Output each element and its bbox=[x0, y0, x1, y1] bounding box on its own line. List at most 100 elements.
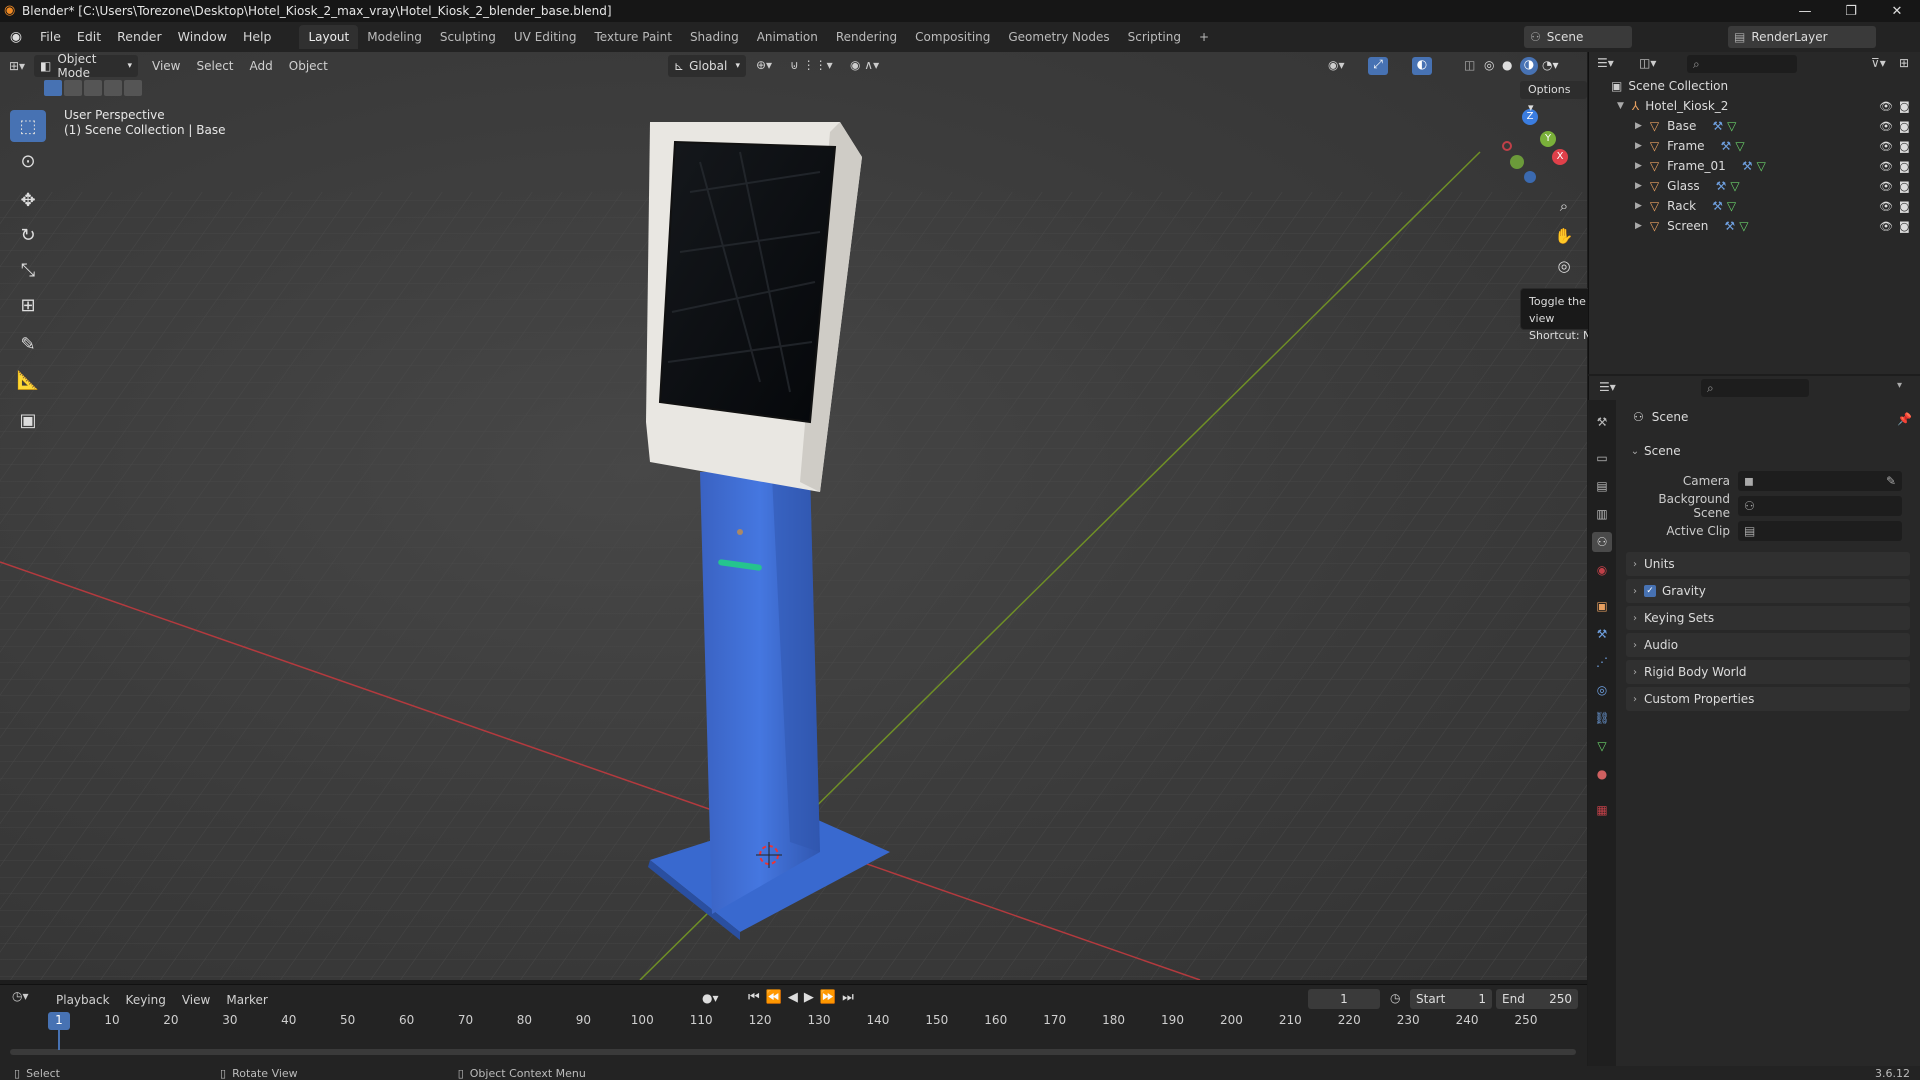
chevron-right-icon[interactable]: ▶ bbox=[1635, 121, 1642, 131]
tab-shading[interactable]: Shading bbox=[681, 25, 748, 49]
gizmo-neg-y[interactable] bbox=[1510, 155, 1524, 169]
eyedropper-icon[interactable]: ✎ bbox=[1886, 474, 1896, 488]
measure-tool-icon[interactable]: 📐 bbox=[10, 364, 46, 396]
camera-icon[interactable]: ◙ bbox=[1899, 160, 1910, 173]
select-invert-icon[interactable] bbox=[104, 80, 122, 96]
timeline-editor-icon[interactable]: ◷▾ bbox=[12, 989, 29, 1003]
menu-help[interactable]: Help bbox=[235, 22, 280, 52]
texture-tab-icon[interactable]: ▦ bbox=[1592, 800, 1612, 820]
start-frame-field[interactable]: Start 1 bbox=[1410, 989, 1492, 1009]
overlay-toggle-icon[interactable]: ◐ bbox=[1412, 57, 1432, 75]
timeline-menu-playback[interactable]: Playback bbox=[48, 988, 118, 1012]
select-extend-icon[interactable] bbox=[64, 80, 82, 96]
cursor-tool-icon[interactable]: ⊙ bbox=[10, 145, 46, 177]
tab-geometry-nodes[interactable]: Geometry Nodes bbox=[999, 25, 1118, 49]
gravity-panel[interactable]: › ✓ Gravity bbox=[1626, 579, 1910, 603]
chevron-right-icon[interactable]: ▶ bbox=[1635, 201, 1642, 211]
mode-dropdown[interactable]: ◧ Object Mode ▾ bbox=[34, 52, 138, 80]
outliner-row-glass[interactable]: ▶ ▽ Glass ⚒ ▽ 👁 ◙ bbox=[1589, 176, 1920, 196]
camera-icon[interactable]: ◙ bbox=[1899, 200, 1910, 213]
scene-section-header[interactable]: ⌄ Scene bbox=[1626, 439, 1910, 463]
eye-icon[interactable]: 👁 bbox=[1879, 180, 1893, 193]
menu-render[interactable]: Render bbox=[109, 22, 170, 52]
camera-field[interactable]: ◼ ✎ bbox=[1738, 471, 1902, 491]
display-mode-icon[interactable]: ◫▾ bbox=[1639, 56, 1656, 70]
blender-menu-icon[interactable]: ◉ bbox=[0, 29, 32, 45]
pin-icon[interactable]: 📌 bbox=[1897, 412, 1912, 426]
constraints-tab-icon[interactable]: ⛓ bbox=[1592, 708, 1612, 728]
chevron-right-icon[interactable]: ▶ bbox=[1635, 181, 1642, 191]
properties-editor-icon[interactable]: ☰▾ bbox=[1599, 380, 1616, 394]
properties-search-input[interactable]: ⌕ bbox=[1701, 379, 1809, 397]
viewport-menu-view[interactable]: View bbox=[144, 54, 188, 78]
menu-edit[interactable]: Edit bbox=[69, 22, 109, 52]
shading-solid-icon[interactable]: ● bbox=[1502, 58, 1512, 72]
menu-file[interactable]: File bbox=[32, 22, 69, 52]
move-tool-icon[interactable]: ✥ bbox=[10, 184, 46, 216]
eye-icon[interactable]: 👁 bbox=[1879, 200, 1893, 213]
gizmo-toggle-icon[interactable]: ⤢ bbox=[1368, 57, 1388, 75]
timeline-menu-keying[interactable]: Keying bbox=[118, 988, 174, 1012]
shading-wireframe-icon[interactable]: ◎ bbox=[1484, 58, 1494, 72]
particles-tab-icon[interactable]: ⋰ bbox=[1592, 652, 1612, 672]
annotate-tool-icon[interactable]: ✎ bbox=[10, 328, 46, 360]
shading-rendered-icon[interactable]: ◔▾ bbox=[1542, 58, 1559, 72]
pivot-icon[interactable]: ⊕▾ bbox=[756, 58, 772, 72]
rotate-tool-icon[interactable]: ↻ bbox=[10, 219, 46, 251]
gizmo-neg-x[interactable] bbox=[1502, 141, 1512, 151]
camera-icon[interactable]: ◙ bbox=[1899, 100, 1910, 113]
close-button[interactable]: ✕ bbox=[1874, 0, 1920, 22]
world-tab-icon[interactable]: ◉ bbox=[1592, 560, 1612, 580]
outliner-row-frame-01[interactable]: ▶ ▽ Frame_01 ⚒ ▽ 👁 ◙ bbox=[1589, 156, 1920, 176]
tab-layout[interactable]: Layout bbox=[299, 25, 359, 49]
select-subtract-icon[interactable] bbox=[84, 80, 102, 96]
outliner-row-base[interactable]: ▶ ▽ Base ⚒ ▽ 👁 ◙ bbox=[1589, 116, 1920, 136]
eye-icon[interactable]: 👁 bbox=[1879, 140, 1893, 153]
background-scene-field[interactable]: ⚇ bbox=[1738, 496, 1902, 516]
camera-icon[interactable]: ◙ bbox=[1899, 120, 1910, 133]
data-tab-icon[interactable]: ▽ bbox=[1592, 736, 1612, 756]
active-clip-field[interactable]: ▤ bbox=[1738, 521, 1902, 541]
shading-material-icon[interactable]: ◑ bbox=[1520, 57, 1538, 75]
timeline-menu-view[interactable]: View bbox=[174, 988, 218, 1012]
add-workspace-button[interactable]: + bbox=[1190, 25, 1218, 49]
scale-tool-icon[interactable]: ⤡ bbox=[10, 254, 46, 286]
viewport-menu-select[interactable]: Select bbox=[188, 54, 241, 78]
transform-tool-icon[interactable]: ⊞ bbox=[10, 289, 46, 321]
camera-icon[interactable]: ◙ bbox=[1899, 180, 1910, 193]
xray-icon[interactable]: ◫ bbox=[1464, 58, 1475, 72]
object-tab-icon[interactable]: ▣ bbox=[1592, 596, 1612, 616]
rigid-body-world-panel[interactable]: › Rigid Body World bbox=[1626, 660, 1910, 684]
select-intersect-icon[interactable] bbox=[124, 80, 142, 96]
transform-orientation-dropdown[interactable]: ⊾ Global ▾ bbox=[668, 55, 746, 77]
navigation-gizmo[interactable]: Z Y X bbox=[1490, 107, 1576, 193]
eye-icon[interactable]: 👁 bbox=[1879, 100, 1893, 113]
material-tab-icon[interactable]: ● bbox=[1592, 764, 1612, 784]
tab-sculpting[interactable]: Sculpting bbox=[431, 25, 505, 49]
editor-type-icon[interactable]: ⊞▾ bbox=[0, 59, 34, 73]
select-new-icon[interactable] bbox=[44, 80, 62, 96]
outliner-editor-icon[interactable]: ☰▾ bbox=[1597, 56, 1614, 70]
snap-icon[interactable]: ⊍ ⋮⋮▾ bbox=[790, 58, 833, 72]
eye-icon[interactable]: 👁 bbox=[1879, 160, 1893, 173]
camera-view-icon[interactable]: ◎ bbox=[1550, 252, 1578, 280]
options-button[interactable]: Options ▾ bbox=[1520, 81, 1587, 114]
tab-compositing[interactable]: Compositing bbox=[906, 25, 999, 49]
audio-panel[interactable]: › Audio bbox=[1626, 633, 1910, 657]
end-frame-field[interactable]: End 250 bbox=[1496, 989, 1578, 1009]
chevron-right-icon[interactable]: ▶ bbox=[1635, 161, 1642, 171]
physics-tab-icon[interactable]: ◎ bbox=[1592, 680, 1612, 700]
filter-icon[interactable]: ⊽▾ bbox=[1871, 56, 1886, 70]
timeline-scrollbar[interactable] bbox=[10, 1049, 1576, 1055]
tool-tab-icon[interactable]: ⚒ bbox=[1592, 412, 1612, 432]
eye-icon[interactable]: 👁 bbox=[1879, 220, 1893, 233]
view-layer-tab-icon[interactable]: ▥ bbox=[1592, 504, 1612, 524]
viewport-menu-add[interactable]: Add bbox=[242, 54, 281, 78]
keying-sets-panel[interactable]: › Keying Sets bbox=[1626, 606, 1910, 630]
outliner-row-rack[interactable]: ▶ ▽ Rack ⚒ ▽ 👁 ◙ bbox=[1589, 196, 1920, 216]
playback-controls[interactable]: ⏮⏪◀▶⏩⏭ bbox=[748, 990, 860, 1005]
gizmo-x-axis[interactable]: X bbox=[1552, 149, 1568, 165]
new-collection-icon[interactable]: ⊞ bbox=[1899, 56, 1909, 70]
add-cube-tool-icon[interactable]: ▣ bbox=[10, 404, 46, 436]
camera-icon[interactable]: ◙ bbox=[1899, 140, 1910, 153]
